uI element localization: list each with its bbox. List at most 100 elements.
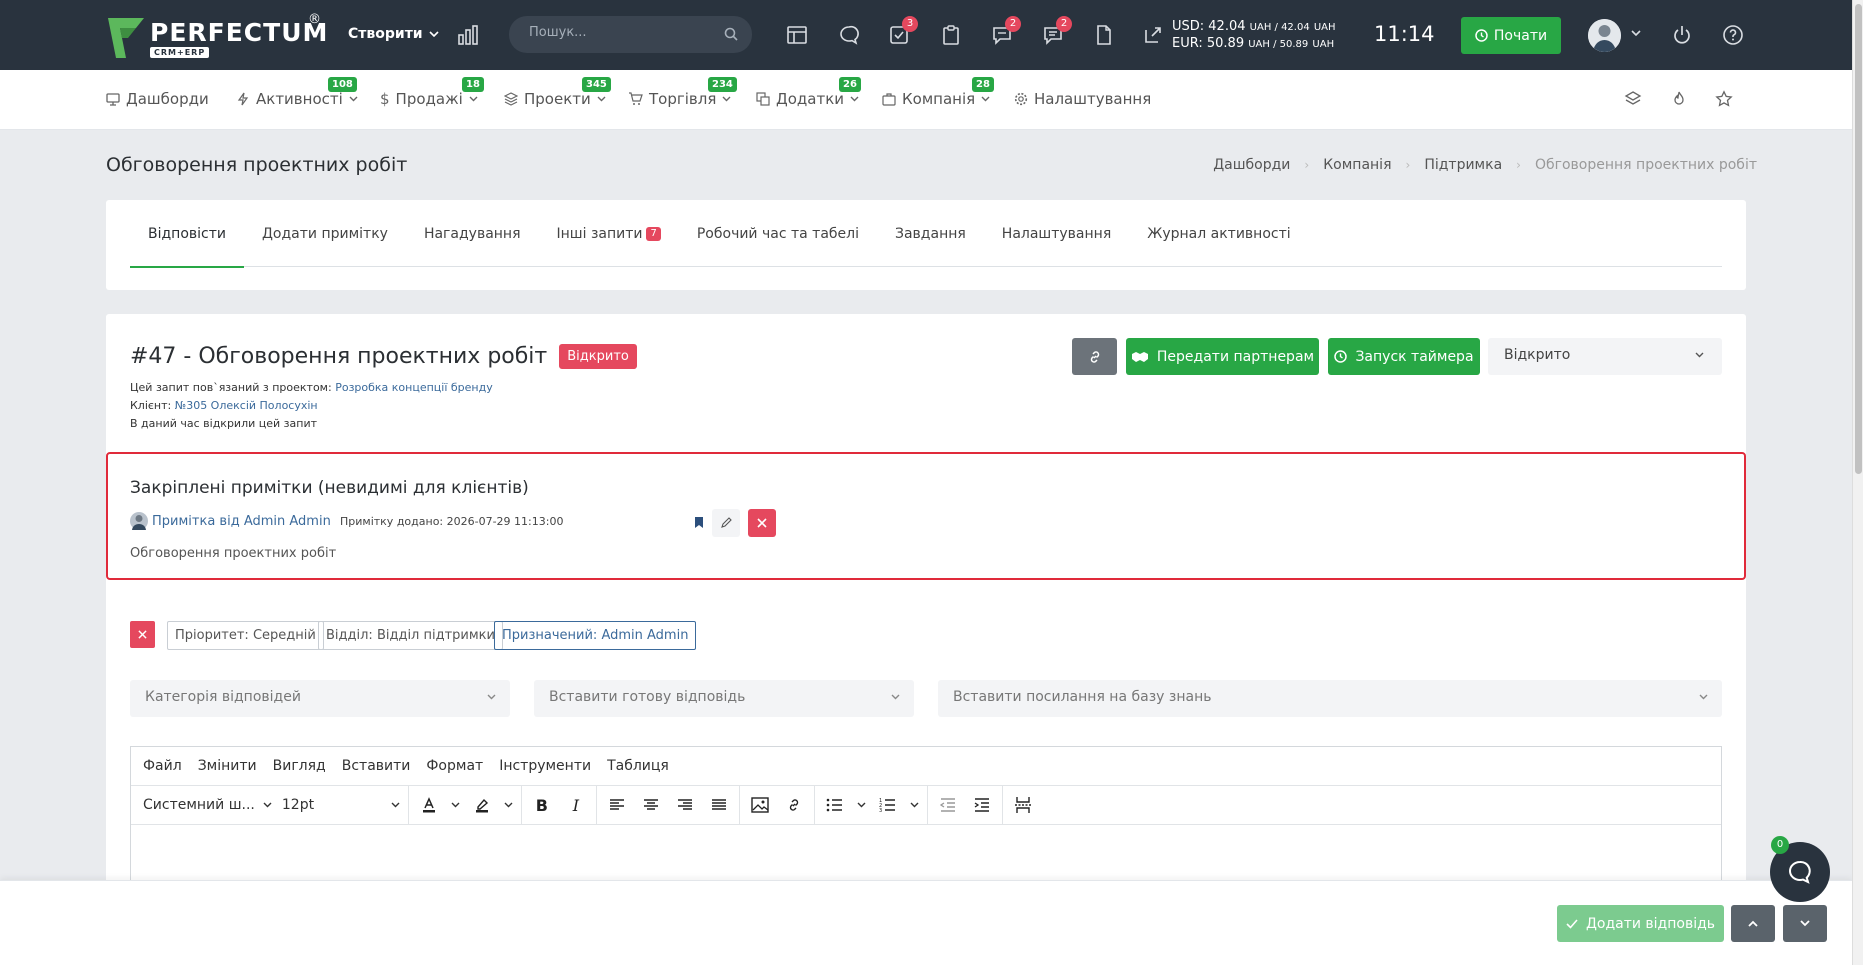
indent-icon[interactable] [970, 793, 994, 817]
department-tag[interactable]: Відділ: Відділ підтримки [318, 621, 503, 650]
priority-tag[interactable]: Пріоритет: Середній [167, 621, 324, 650]
align-justify-icon[interactable] [707, 793, 731, 817]
nav-settings[interactable]: Налаштування [1014, 90, 1151, 108]
chevron-down-icon[interactable] [857, 802, 866, 808]
copy-link-button[interactable] [1072, 338, 1117, 375]
brand-registered: ® [308, 12, 321, 27]
align-left-icon[interactable] [605, 793, 629, 817]
usd-rate: USD: 42.04 [1172, 19, 1246, 34]
fire-icon[interactable] [1670, 90, 1688, 108]
search-input[interactable] [529, 25, 719, 40]
tab-other-requests-badge: 7 [646, 226, 661, 241]
chat-icon[interactable] [838, 24, 860, 46]
tab-activity-log[interactable]: Журнал активності [1129, 200, 1308, 267]
assigned-tag[interactable]: Призначений: Admin Admin [494, 621, 697, 650]
chevron-down-icon[interactable] [1631, 30, 1641, 36]
add-reply-button[interactable]: Додати відповідь [1557, 905, 1724, 942]
font-size-select[interactable]: 12pt [282, 797, 400, 813]
knowledge-base-select[interactable]: Вставити посилання на базу знань [938, 680, 1722, 717]
highlight-color-icon[interactable] [470, 793, 494, 817]
link-icon[interactable] [782, 793, 806, 817]
note-author[interactable]: Примітка від Admin Admin [130, 512, 331, 530]
nav-activities[interactable]: Активності 108 [236, 77, 358, 108]
bold-icon[interactable]: B [530, 793, 554, 817]
bookmark-icon[interactable] [694, 516, 704, 529]
font-size-value: 12pt [281, 797, 315, 813]
editor-menu-edit[interactable]: Змінити [198, 758, 257, 774]
kanban-icon[interactable] [786, 24, 808, 46]
align-center-icon[interactable] [639, 793, 663, 817]
outdent-icon[interactable] [936, 793, 960, 817]
align-right-icon[interactable] [673, 793, 697, 817]
tab-settings[interactable]: Налаштування [984, 200, 1129, 267]
clock-icon [1475, 29, 1488, 42]
chevron-down-icon [597, 96, 606, 102]
scrollbar-thumb[interactable] [1855, 4, 1862, 474]
document-icon[interactable] [1093, 24, 1115, 46]
user-avatar[interactable] [1588, 19, 1621, 52]
text-color-icon[interactable] [417, 793, 441, 817]
clipboard-icon[interactable] [940, 24, 962, 46]
tab-reply[interactable]: Відповісти [130, 200, 244, 268]
nav-trade[interactable]: Торгівля 234 [628, 77, 737, 108]
star-icon[interactable] [1715, 90, 1733, 108]
reports-chart-icon[interactable] [457, 24, 479, 46]
start-timer-button[interactable]: Почати [1461, 17, 1561, 54]
editor-menu-table[interactable]: Таблиця [607, 758, 669, 774]
reply-category-select[interactable]: Категорія відповідей [130, 680, 510, 717]
editor-menu-insert[interactable]: Вставити [342, 758, 411, 774]
editor-menu-view[interactable]: Вигляд [273, 758, 326, 774]
monitor-icon [106, 93, 120, 106]
help-icon[interactable] [1722, 24, 1744, 46]
delete-note-button[interactable] [748, 509, 776, 537]
tab-other-requests[interactable]: Інші запити 7 [539, 200, 679, 267]
nav-dashboards[interactable]: Дашборди [106, 90, 209, 108]
currency-exchange-icon[interactable] [1143, 24, 1165, 46]
scroll-up-button[interactable] [1731, 905, 1775, 942]
search-icon[interactable] [724, 27, 738, 41]
page-break-icon[interactable] [1011, 793, 1035, 817]
comments-icon[interactable]: 2 [991, 16, 1021, 46]
numbered-list-icon[interactable]: 123 [876, 793, 900, 817]
status-select[interactable]: Відкрито [1488, 338, 1722, 375]
chevron-down-icon[interactable] [910, 802, 919, 808]
layers-toggle-icon[interactable] [1624, 90, 1642, 108]
editor-menu-file[interactable]: Файл [143, 758, 182, 774]
client-link[interactable]: №305 Олексій Полосухін [175, 399, 318, 412]
chevron-down-icon [349, 96, 358, 102]
nav-sales[interactable]: $ Продажі 18 [380, 77, 484, 108]
breadcrumb-support[interactable]: Підтримка [1424, 157, 1502, 173]
tab-reminders[interactable]: Нагадування [406, 200, 539, 267]
power-icon[interactable] [1671, 24, 1693, 46]
nav-addons[interactable]: Додатки 26 [756, 77, 861, 108]
share-partners-button[interactable]: Передати партнерам [1126, 338, 1319, 375]
messages-icon[interactable]: 2 [1042, 16, 1072, 46]
tab-timesheets[interactable]: Робочий час та табелі [679, 200, 877, 267]
editor-menu-tools[interactable]: Інструменти [499, 758, 591, 774]
edit-note-button[interactable] [712, 509, 740, 537]
tab-add-note[interactable]: Додати примітку [244, 200, 406, 267]
breadcrumb-dashboards[interactable]: Дашборди [1213, 157, 1290, 173]
project-link[interactable]: Розробка концепції бренду [335, 381, 493, 394]
top-bar: PERFECTUM ® CRM+ERP Створити 3 2 2 [0, 0, 1852, 70]
chevron-down-icon[interactable] [504, 802, 513, 808]
start-timer-ticket-button[interactable]: Запуск таймера [1328, 338, 1480, 375]
italic-icon[interactable]: I [564, 793, 588, 817]
page-scrollbar[interactable] [1852, 0, 1863, 965]
close-icon [757, 518, 767, 528]
font-family-select[interactable]: Системний ш... [143, 797, 272, 813]
nav-company[interactable]: Компанія 28 [882, 77, 994, 108]
clear-tags-button[interactable] [130, 621, 155, 648]
tab-tasks[interactable]: Завдання [877, 200, 984, 267]
predefined-reply-select[interactable]: Вставити готову відповідь [534, 680, 914, 717]
create-button[interactable]: Створити [348, 26, 439, 42]
tasks-icon[interactable]: 3 [888, 16, 918, 46]
chevron-down-icon[interactable] [451, 802, 460, 808]
scroll-down-button[interactable] [1783, 905, 1827, 942]
editor-menu-format[interactable]: Формат [426, 758, 483, 774]
image-icon[interactable] [748, 793, 772, 817]
logo[interactable]: PERFECTUM ® CRM+ERP [106, 12, 327, 60]
breadcrumb-company[interactable]: Компанія [1323, 157, 1391, 173]
bullet-list-icon[interactable] [823, 793, 847, 817]
nav-projects[interactable]: Проекти 345 [504, 77, 611, 108]
